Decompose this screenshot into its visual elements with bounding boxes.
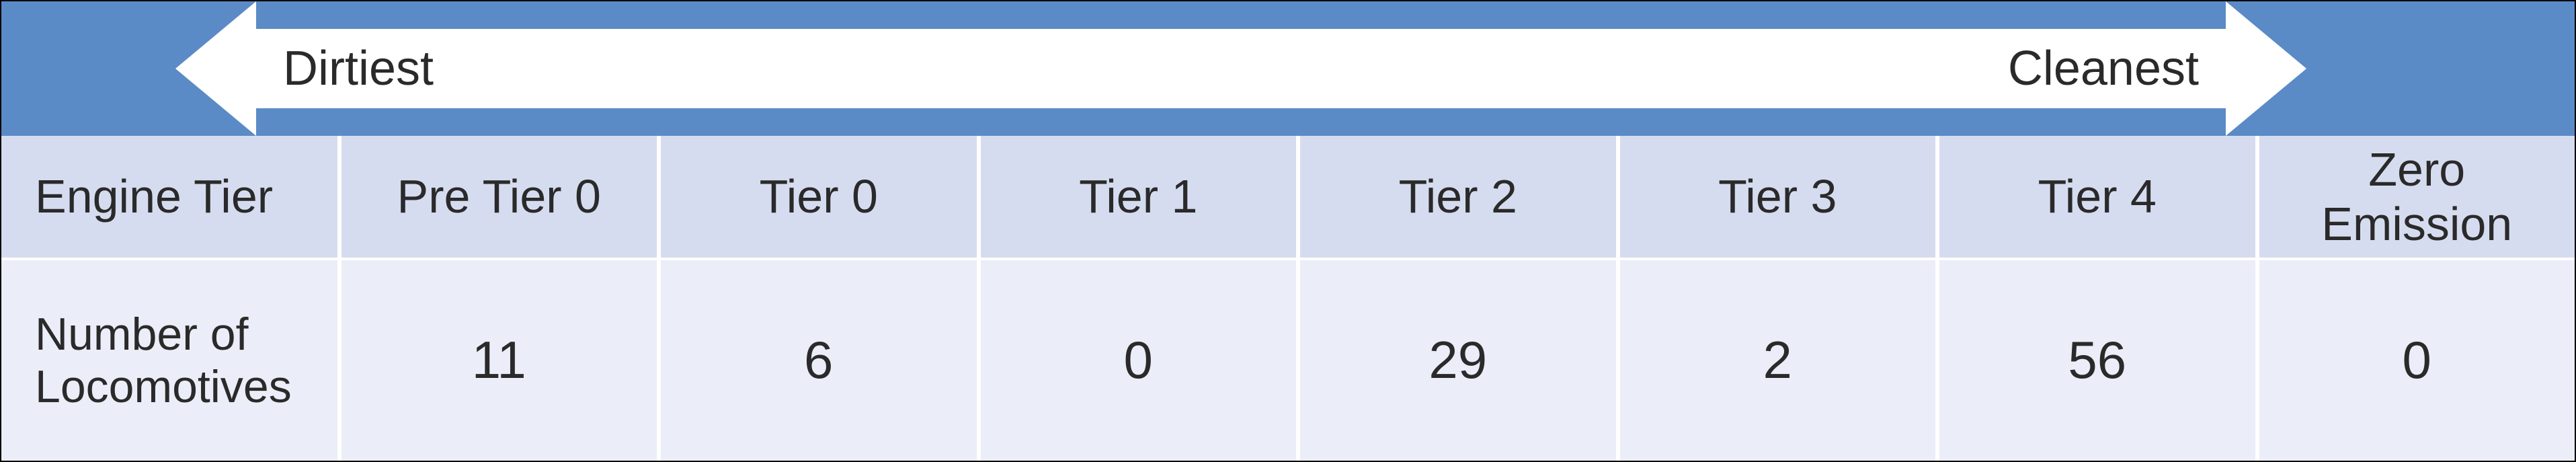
- arrow-body: Dirtiest Cleanest: [256, 29, 2226, 108]
- arrow-right-icon: [2226, 1, 2306, 136]
- table: Engine Tier Pre Tier 0 Tier 0 Tier 1 Tie…: [1, 136, 2575, 461]
- col-header: Tier 2: [1300, 136, 1620, 258]
- table-header-row: Engine Tier Pre Tier 0 Tier 0 Tier 1 Tie…: [1, 136, 2575, 260]
- value-cell: 29: [1300, 260, 1620, 461]
- spectrum-left-label: Dirtiest: [283, 41, 434, 96]
- table-data-row: Number of Locomotives 11 6 0 29 2 56 0: [1, 260, 2575, 461]
- col-header: Tier 3: [1620, 136, 1940, 258]
- col-header: Tier 0: [661, 136, 981, 258]
- value-cell: 56: [1939, 260, 2259, 461]
- col-header: Zero Emission: [2259, 136, 2575, 258]
- value-cell: 11: [341, 260, 661, 461]
- spectrum-right-label: Cleanest: [2008, 41, 2199, 96]
- value-cell: 2: [1620, 260, 1940, 461]
- header-label-cell: Engine Tier: [1, 136, 341, 258]
- col-header: Tier 1: [981, 136, 1301, 258]
- value-cell: 0: [2259, 260, 2575, 461]
- value-cell: 6: [661, 260, 981, 461]
- col-header: Tier 4: [1939, 136, 2259, 258]
- locomotive-tier-table: Dirtiest Cleanest Engine Tier Pre Tier 0…: [0, 0, 2576, 462]
- spectrum-band: Dirtiest Cleanest: [1, 1, 2575, 136]
- value-cell: 0: [981, 260, 1301, 461]
- spectrum-arrow: Dirtiest Cleanest: [176, 19, 2306, 118]
- col-header: Pre Tier 0: [341, 136, 661, 258]
- row-label-cell: Number of Locomotives: [1, 260, 341, 461]
- arrow-left-icon: [175, 1, 256, 136]
